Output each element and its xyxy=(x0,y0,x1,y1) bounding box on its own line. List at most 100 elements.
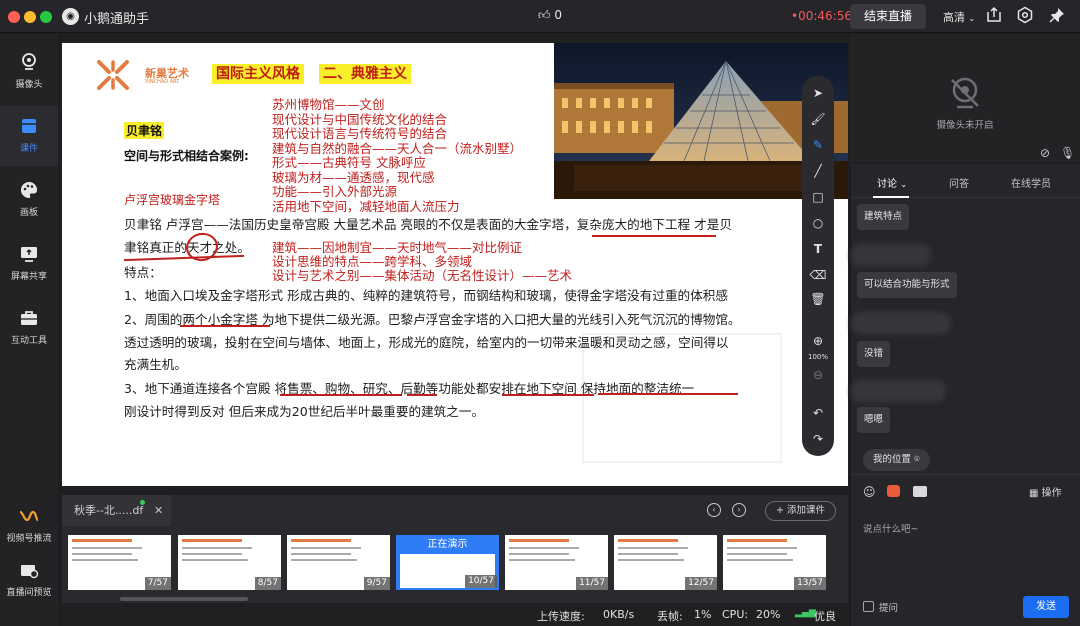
settings-icon[interactable] xyxy=(1015,6,1035,26)
pyramid-label: 卢浮宫玻璃金字塔 xyxy=(124,193,221,207)
annotation-line: 建筑——因地制宜——天时地气——对比例证 xyxy=(272,240,523,255)
folder-icon[interactable] xyxy=(913,486,927,497)
camera-off-icon xyxy=(951,77,979,109)
file-name: 秋季--北.....df xyxy=(74,504,144,517)
pin-icon[interactable] xyxy=(1047,6,1067,26)
blurred-message xyxy=(851,244,931,266)
zoom-out-icon[interactable]: ⊖ xyxy=(802,366,834,384)
camera-status: 摄像头未开启 xyxy=(936,120,994,131)
share-icon[interactable] xyxy=(984,6,1004,26)
preview-icon xyxy=(18,560,40,580)
actions-button[interactable]: ▦ 操作 xyxy=(1029,484,1062,499)
quality-value: 高清 xyxy=(943,11,965,24)
thumbnail-preview xyxy=(509,539,569,542)
sidebar-item-label: 屏幕共享 xyxy=(10,272,47,282)
thumbnail-scrollbar[interactable] xyxy=(62,596,848,602)
maximize-window-button[interactable] xyxy=(40,11,52,23)
active-tab-indicator xyxy=(873,196,909,198)
slide-thumbnail[interactable]: 8/57 xyxy=(178,535,281,590)
title-bar: ◉ 小鹅通助手 👍︎ 0 •00:46:56 结束直播 高清 ⌄ xyxy=(0,0,1080,33)
courseware-file-tab[interactable]: 秋季--北.....df ✕ xyxy=(62,495,171,526)
page-number: 7/57 xyxy=(144,577,171,590)
ask-checkbox[interactable] xyxy=(863,601,874,612)
live-timer: •00:46:56 xyxy=(791,9,852,23)
eraser-icon[interactable]: ⌫ xyxy=(802,266,834,284)
sidebar-item-camera[interactable]: 摄像头 xyxy=(0,42,58,102)
annotation-line: 建筑与自然的融合——天人合一（流水别墅） xyxy=(272,140,523,156)
send-button[interactable]: 发送 xyxy=(1023,596,1069,618)
tab-discussion[interactable]: 讨论 ⌄ xyxy=(877,175,907,190)
slide-thumbnail[interactable]: 11/57 xyxy=(505,535,608,590)
add-courseware-button[interactable]: + 添加课件 xyxy=(765,501,836,521)
microphone-icon[interactable]: 🎙︎ xyxy=(1060,146,1075,160)
feature-line: 刚设计时得到反对 但后来成为20世纪后半叶最重要的建筑之一。 xyxy=(124,404,485,419)
gift-icon[interactable] xyxy=(887,485,900,497)
close-window-button[interactable] xyxy=(8,11,20,23)
chevron-left-icon: ‹ xyxy=(712,505,716,514)
courseware-icon xyxy=(18,116,40,136)
timer-value: 00:46:56 xyxy=(798,9,852,23)
status-bar: 上传速度: 0KB/s 丢帧: 1% CPU: 20% ▂▄▆ 优良 xyxy=(62,604,848,626)
minimize-window-button[interactable] xyxy=(24,11,36,23)
circle-icon[interactable]: ○ xyxy=(802,214,834,232)
signal-icon: ▂▄▆ xyxy=(795,608,816,618)
end-live-button[interactable]: 结束直播 xyxy=(850,4,926,29)
like-counter[interactable]: 👍︎ 0 xyxy=(538,8,562,23)
slide-thumbnail[interactable]: 13/57 xyxy=(723,535,826,590)
text-icon[interactable]: T xyxy=(802,240,834,258)
sidebar-item-label: 互动工具 xyxy=(10,336,47,346)
pointer-icon[interactable]: ➤ xyxy=(802,84,834,102)
camera-icon xyxy=(18,52,40,72)
chat-message: 嗯嗯 xyxy=(857,407,891,433)
underline-mark xyxy=(280,394,402,396)
sidebar-item-label: 直播间预览 xyxy=(6,588,52,598)
brush-icon[interactable]: 🖌︎ xyxy=(802,110,834,128)
feature-line: 1、地面入口埃及金字塔形式 形成古典的、纯粹的建筑符号，而钢结构和玻璃，使得金字… xyxy=(124,288,728,303)
like-count: 0 xyxy=(554,8,563,22)
sidebar-item-interactive-tools[interactable]: 互动工具 xyxy=(0,298,58,358)
slide-thumbnail[interactable]: 9/57 xyxy=(287,535,390,590)
slide-thumbnail[interactable]: 7/57 xyxy=(68,535,171,590)
app-logo-icon: ◉ xyxy=(62,8,79,25)
sidebar-item-palette[interactable]: 画板 xyxy=(0,170,58,230)
sidebar-item-screen-share[interactable]: 屏幕共享 xyxy=(0,234,58,294)
section-tag: 二、典雅主义 xyxy=(319,64,411,84)
tab-online-students[interactable]: 在线学员 xyxy=(1011,175,1051,190)
toolbox-icon xyxy=(18,308,40,328)
line-icon[interactable]: ╱ xyxy=(802,162,834,180)
annotation-line: 设计与艺术之别——集体活动（无名性设计）——艺术 xyxy=(272,268,573,283)
chat-tabs: 讨论 ⌄ 问答 在线学员 xyxy=(851,164,1080,198)
scrollbar-thumb[interactable] xyxy=(120,597,248,601)
emoji-icon[interactable]: ☺ xyxy=(863,485,876,499)
actions-label: 操作 xyxy=(1041,488,1062,499)
next-page-button[interactable]: › xyxy=(732,503,746,517)
page-number: 11/57 xyxy=(576,577,608,590)
slide-thumbnail[interactable]: 12/57 xyxy=(614,535,717,590)
audio-off-icon[interactable]: ⊘ xyxy=(1040,146,1050,160)
quality-select[interactable]: 高清 ⌄ xyxy=(943,9,975,25)
my-position-button[interactable]: 我的位置 ⌾ xyxy=(863,449,930,471)
video-stream-icon xyxy=(18,506,40,526)
redo-icon[interactable]: ↷ xyxy=(802,430,834,448)
features-title: 特点： xyxy=(124,265,162,280)
current-slide-label: 正在演示 xyxy=(427,539,468,550)
sidebar-item-video-stream[interactable]: 视频号推流 xyxy=(0,496,58,556)
intro-line-1: 贝聿铭 卢浮宫——法国历史皇帝宫殿 大量艺术品 亮眼的不仅是表面的大金字塔，复杂… xyxy=(124,217,732,232)
prev-page-button[interactable]: ‹ xyxy=(707,503,721,517)
location-pin-icon: ⌾ xyxy=(914,454,920,465)
slide-thumbnail[interactable]: 正在演示 10/57 xyxy=(396,535,499,590)
undo-icon[interactable]: ↶ xyxy=(802,404,834,422)
pen-icon[interactable]: ✎ xyxy=(802,136,834,154)
case-title: 空间与形式相结合案例: xyxy=(124,149,249,163)
sidebar-item-courseware[interactable]: 课件 xyxy=(0,106,58,166)
message-composer: ☺ ▦ 操作 说点什么吧~ 提问 发送 xyxy=(851,474,1080,626)
trash-icon[interactable]: 🗑︎ xyxy=(802,290,834,308)
thumbnail-preview xyxy=(72,539,132,542)
rect-icon[interactable]: □ xyxy=(802,188,834,206)
tab-qa[interactable]: 问答 xyxy=(949,175,969,190)
message-input[interactable]: 说点什么吧~ xyxy=(863,521,918,535)
chat-panel: 讨论 ⌄ 问答 在线学员 建筑特点 可以结合功能与形式 没错 嗯嗯 我的位置 ⌾… xyxy=(850,164,1080,626)
close-icon[interactable]: ✕ xyxy=(154,495,163,526)
sidebar-item-preview[interactable]: 直播间预览 xyxy=(0,550,58,610)
blurred-message xyxy=(851,312,951,334)
